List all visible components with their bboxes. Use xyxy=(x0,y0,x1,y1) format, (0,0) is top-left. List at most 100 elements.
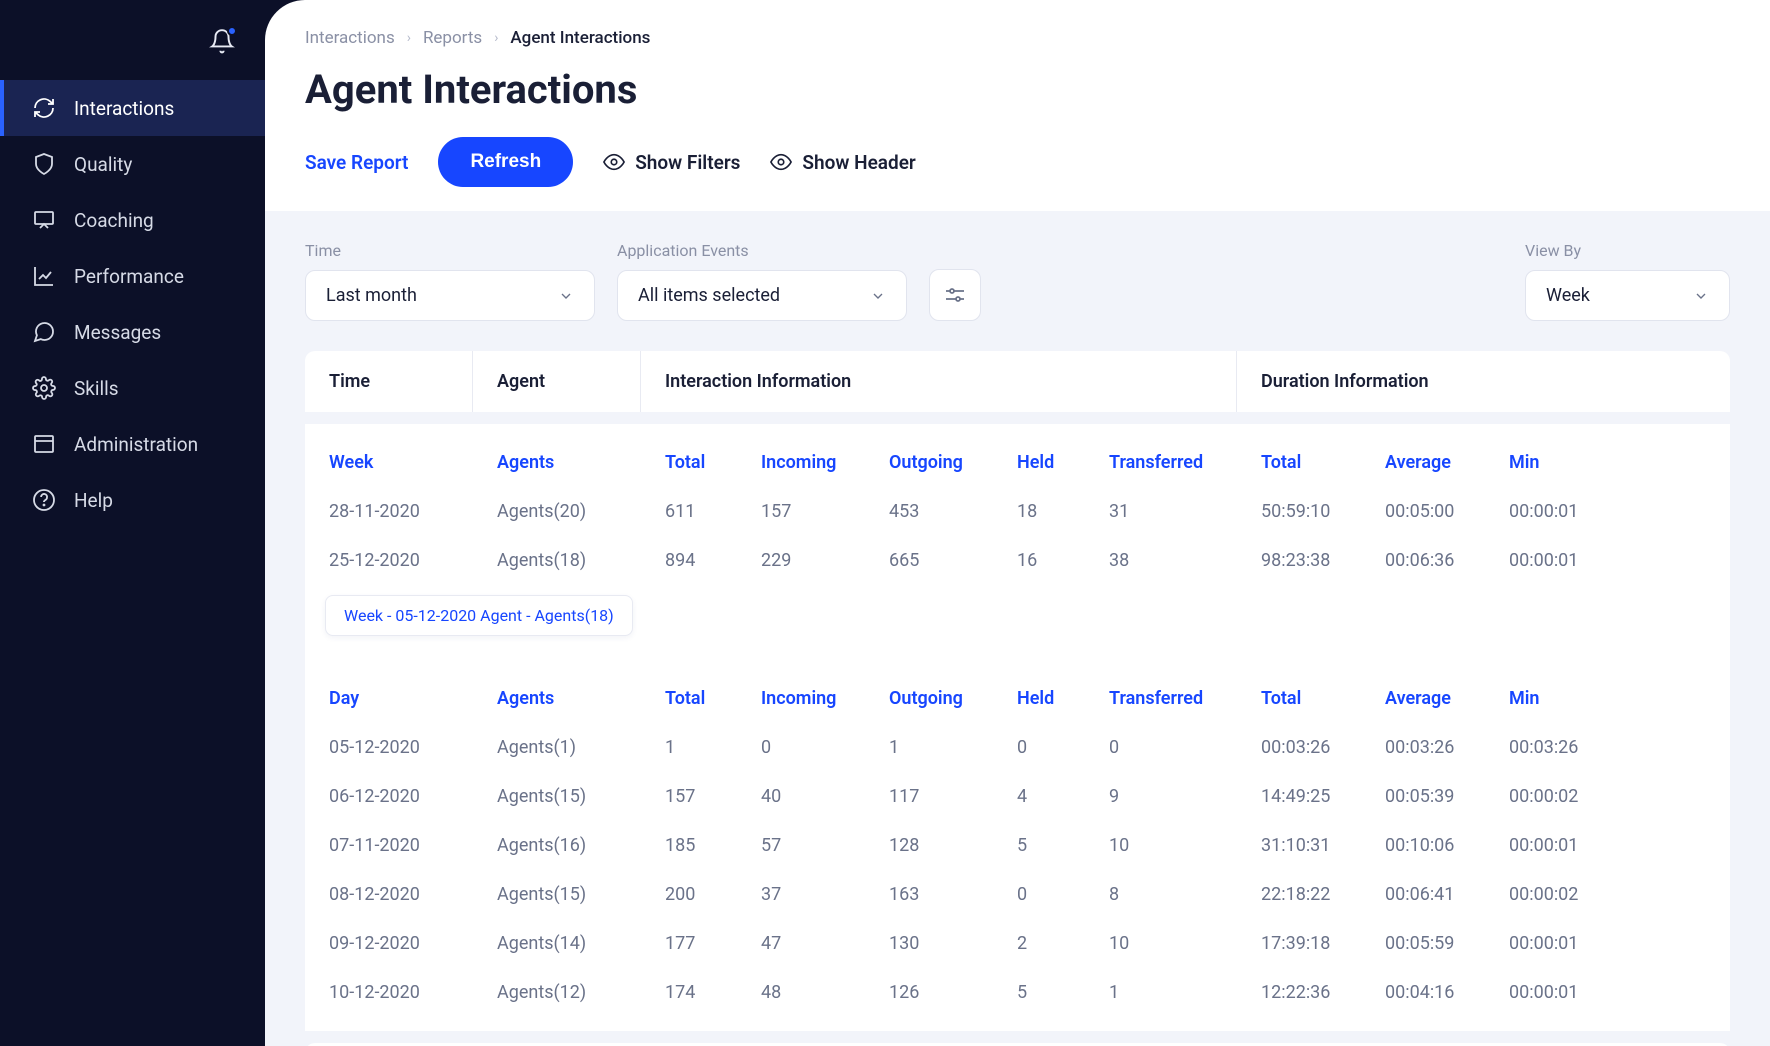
events-select[interactable]: All items selected xyxy=(617,270,907,321)
cell: 98:23:38 xyxy=(1237,544,1361,577)
cell: 00:00:02 xyxy=(1485,878,1609,911)
col-label[interactable]: Held xyxy=(993,682,1085,715)
header-duration: Duration Information xyxy=(1237,351,1730,412)
cell: 0 xyxy=(737,731,865,764)
table-row[interactable]: 06-12-2020Agents(15)157401174914:49:2500… xyxy=(305,772,1730,821)
chart-icon xyxy=(32,264,56,288)
sidebar-item-messages[interactable]: Messages xyxy=(0,304,265,360)
col-label[interactable]: Transferred xyxy=(1085,446,1237,479)
table: Time Agent Interaction Information Durat… xyxy=(305,351,1730,1046)
select-value: Week xyxy=(1546,285,1590,306)
breadcrumb-item[interactable]: Interactions xyxy=(305,28,395,48)
col-label[interactable]: Day xyxy=(305,682,473,715)
col-label[interactable]: Held xyxy=(993,446,1085,479)
table-row[interactable]: 05-12-2020Agents(1)1010000:03:2600:03:26… xyxy=(305,723,1730,772)
cell: 37 xyxy=(737,878,865,911)
filter-label: Application Events xyxy=(617,241,907,260)
drill-down-badge[interactable]: Week - 05-12-2020 Agent - Agents(18) xyxy=(325,595,633,636)
refresh-button[interactable]: Refresh xyxy=(438,137,573,187)
col-label[interactable]: Agents xyxy=(473,446,641,479)
sidebar-item-skills[interactable]: Skills xyxy=(0,360,265,416)
col-label[interactable]: Outgoing xyxy=(865,446,993,479)
show-header-button[interactable]: Show Header xyxy=(770,151,915,174)
header-interaction: Interaction Information xyxy=(641,351,1237,412)
sidebar-item-performance[interactable]: Performance xyxy=(0,248,265,304)
sidebar-item-label: Coaching xyxy=(74,209,154,232)
notifications-button[interactable] xyxy=(209,28,235,54)
cell: 09-12-2020 xyxy=(305,927,473,960)
cell: 00:03:26 xyxy=(1485,731,1609,764)
filter-label: Time xyxy=(305,241,595,260)
breadcrumb-item[interactable]: Reports xyxy=(423,28,482,48)
col-label[interactable]: Average xyxy=(1361,682,1485,715)
week-section: Week Agents Total Incoming Outgoing Held… xyxy=(305,424,1730,660)
cell: 177 xyxy=(641,927,737,960)
col-label[interactable]: Total xyxy=(641,682,737,715)
cell: Agents(18) xyxy=(473,544,641,577)
col-label[interactable]: Outgoing xyxy=(865,682,993,715)
window-icon xyxy=(32,432,56,456)
toolbar: Save Report Refresh Show Filters Show He… xyxy=(265,137,1770,211)
cell: 00:05:00 xyxy=(1361,495,1485,528)
table-row[interactable]: 28-11-2020Agents(20)611157453183150:59:1… xyxy=(305,487,1730,536)
filter-settings-button[interactable] xyxy=(929,269,981,321)
cell: 894 xyxy=(641,544,737,577)
col-label[interactable]: Incoming xyxy=(737,682,865,715)
cell: 05-12-2020 xyxy=(305,731,473,764)
sidebar-item-administration[interactable]: Administration xyxy=(0,416,265,472)
show-filters-button[interactable]: Show Filters xyxy=(603,151,740,174)
table-row[interactable]: 09-12-2020Agents(14)1774713021017:39:180… xyxy=(305,919,1730,968)
col-label[interactable]: Agents xyxy=(473,682,641,715)
col-label[interactable]: Incoming xyxy=(737,446,865,479)
messages-icon xyxy=(32,320,56,344)
cell: 229 xyxy=(737,544,865,577)
cell: 00:03:26 xyxy=(1237,731,1361,764)
col-label[interactable]: Average xyxy=(1361,446,1485,479)
cell: 00:00:01 xyxy=(1485,829,1609,862)
cell: 0 xyxy=(993,731,1085,764)
cell: 50:59:10 xyxy=(1237,495,1361,528)
cell: Agents(20) xyxy=(473,495,641,528)
cell: 2 xyxy=(993,927,1085,960)
cell: 06-12-2020 xyxy=(305,780,473,813)
sidebar-item-coaching[interactable]: Coaching xyxy=(0,192,265,248)
cell: 25-12-2020 xyxy=(305,544,473,577)
col-label[interactable]: Total xyxy=(1237,682,1361,715)
filter-events: Application Events All items selected xyxy=(617,241,907,321)
col-label[interactable]: Min xyxy=(1485,446,1609,479)
table-row[interactable]: 25-12-2020Agents(18)894229665163898:23:3… xyxy=(305,536,1730,585)
day-section: Day Agents Total Incoming Outgoing Held … xyxy=(305,660,1730,1031)
filters: Time Last month Application Events All i… xyxy=(305,241,1730,321)
cell: 0 xyxy=(1085,731,1237,764)
cell: 14:49:25 xyxy=(1237,780,1361,813)
col-label[interactable]: Total xyxy=(641,446,737,479)
col-label[interactable]: Min xyxy=(1485,682,1609,715)
cell: 28-11-2020 xyxy=(305,495,473,528)
time-select[interactable]: Last month xyxy=(305,270,595,321)
gear-icon xyxy=(32,376,56,400)
filter-time: Time Last month xyxy=(305,241,595,321)
table-row[interactable]: 07-11-2020Agents(16)1855712851031:10:310… xyxy=(305,821,1730,870)
cell: 08-12-2020 xyxy=(305,878,473,911)
save-report-button[interactable]: Save Report xyxy=(305,151,408,174)
show-filters-label: Show Filters xyxy=(635,151,740,174)
cell: 00:04:16 xyxy=(1361,976,1485,1009)
chevron-right-icon: › xyxy=(494,30,498,46)
sidebar-top xyxy=(0,18,265,74)
col-label[interactable]: Transferred xyxy=(1085,682,1237,715)
sidebar-item-help[interactable]: Help xyxy=(0,472,265,528)
refresh-icon xyxy=(32,96,56,120)
viewby-select[interactable]: Week xyxy=(1525,270,1730,321)
table-row[interactable]: 10-12-2020Agents(12)174481265112:22:3600… xyxy=(305,968,1730,1017)
chevron-right-icon: › xyxy=(407,30,411,46)
filter-viewby: View By Week xyxy=(1525,241,1730,321)
table-row[interactable]: 08-12-2020Agents(15)200371630822:18:2200… xyxy=(305,870,1730,919)
sidebar-item-interactions[interactable]: Interactions xyxy=(0,80,265,136)
cell: 157 xyxy=(641,780,737,813)
cell: 00:06:41 xyxy=(1361,878,1485,911)
sidebar-item-quality[interactable]: Quality xyxy=(0,136,265,192)
col-label[interactable]: Week xyxy=(305,446,473,479)
col-label[interactable]: Total xyxy=(1237,446,1361,479)
nav: Interactions Quality Coaching Performanc… xyxy=(0,80,265,528)
cell: 174 xyxy=(641,976,737,1009)
